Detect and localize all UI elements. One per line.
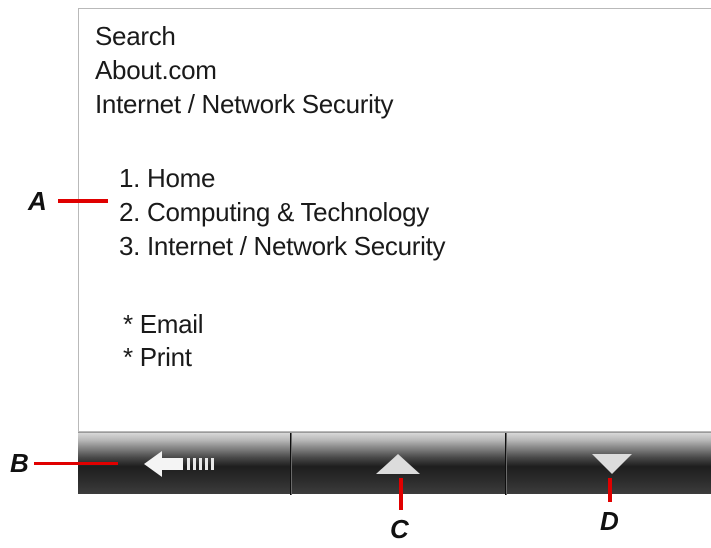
callout-line-b — [34, 462, 118, 465]
print-link[interactable]: * Print — [123, 340, 203, 373]
scroll-up-button[interactable] — [291, 433, 505, 495]
callout-label-a: A — [28, 186, 47, 216]
header-section[interactable]: Internet / Network Security — [95, 87, 394, 121]
breadcrumb: 1. Home 2. Computing & Technology 3. Int… — [119, 161, 446, 263]
callout-line-a — [58, 199, 108, 203]
callout-line-c — [399, 478, 403, 510]
down-triangle-icon — [592, 454, 632, 474]
left-arrow-icon — [144, 451, 224, 477]
header-site-name[interactable]: About.com — [95, 53, 393, 87]
callout-label-d: D — [600, 506, 619, 536]
up-triangle-icon — [376, 454, 420, 474]
breadcrumb-item-home[interactable]: 1. Home — [119, 161, 445, 195]
header-search[interactable]: Search — [95, 19, 393, 53]
page-content: Search About.com Internet / Network Secu… — [95, 19, 394, 121]
email-link[interactable]: * Email — [123, 307, 204, 340]
callout-label-c: C — [390, 514, 409, 544]
breadcrumb-item-security[interactable]: 3. Internet / Network Security — [119, 229, 446, 263]
annotated-screenshot: Search About.com Internet / Network Secu… — [0, 0, 711, 548]
bottom-toolbar — [78, 432, 711, 495]
callout-line-d — [608, 478, 612, 502]
callout-label-b: B — [10, 448, 29, 478]
breadcrumb-item-computing[interactable]: 2. Computing & Technology — [119, 195, 445, 229]
action-links: * Email * Print — [123, 307, 204, 373]
browser-screen: Search About.com Internet / Network Secu… — [78, 8, 711, 432]
